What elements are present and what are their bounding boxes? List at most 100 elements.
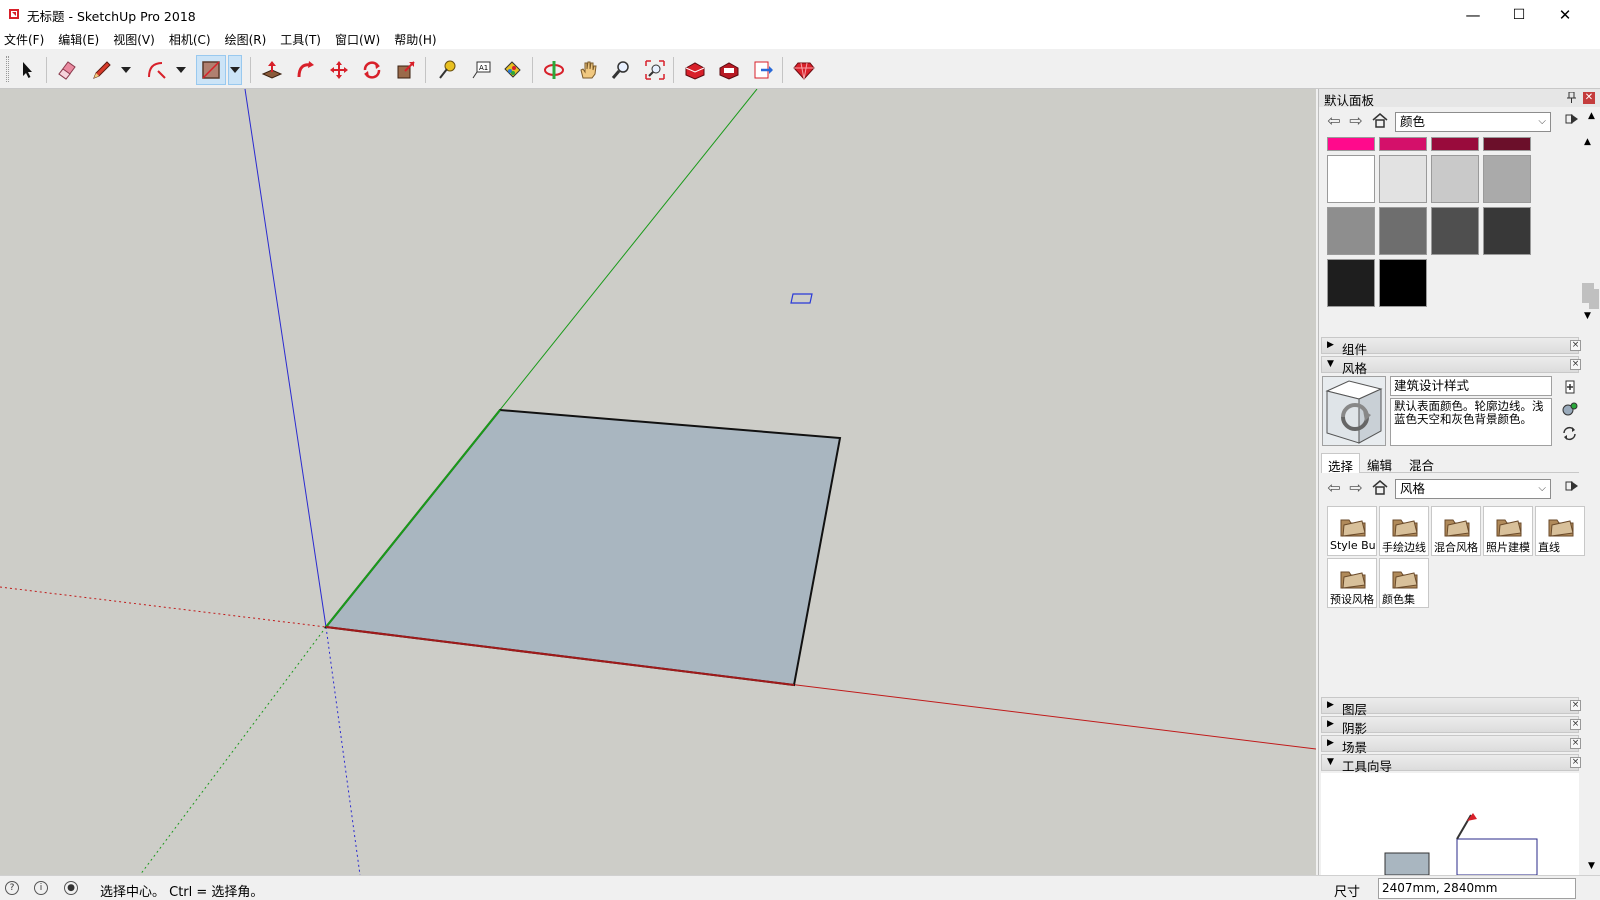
pencil-tool-button[interactable] — [87, 55, 117, 85]
scrollbar-thumb[interactable] — [1589, 289, 1599, 309]
color-swatch[interactable] — [1483, 137, 1531, 151]
home-icon[interactable] — [1371, 479, 1389, 497]
color-swatch[interactable] — [1431, 155, 1479, 203]
toolbar-grip[interactable] — [6, 56, 9, 82]
home-icon[interactable] — [1371, 112, 1389, 130]
menu-camera[interactable]: 相机(C) — [169, 31, 211, 48]
style-folder[interactable]: 预设风格 — [1327, 558, 1377, 608]
arc-tool-button[interactable] — [142, 55, 172, 85]
zoom-tool-button[interactable] — [606, 55, 636, 85]
geo-location-icon[interactable]: ? — [5, 881, 19, 895]
rectangle-dropdown[interactable] — [228, 55, 242, 85]
color-swatch[interactable] — [1431, 207, 1479, 255]
credits-icon[interactable]: i — [34, 881, 48, 895]
tab-mix[interactable]: 混合 — [1403, 453, 1440, 473]
menu-view[interactable]: 视图(V) — [113, 31, 155, 48]
styles-library-select[interactable]: 风格 ⌵ — [1395, 479, 1551, 499]
styles-section-header[interactable]: ▼ 风格 × — [1321, 356, 1581, 376]
close-section-icon[interactable]: × — [1570, 340, 1581, 351]
tape-measure-tool-button[interactable] — [432, 55, 462, 85]
tab-edit[interactable]: 编辑 — [1361, 453, 1398, 473]
style-thumbnail[interactable] — [1322, 376, 1386, 446]
send-to-layout-button[interactable] — [748, 55, 778, 85]
scroll-up-icon[interactable]: ▲ — [1588, 111, 1595, 121]
color-swatch[interactable] — [1379, 207, 1427, 255]
menu-draw[interactable]: 绘图(R) — [225, 31, 267, 48]
paint-bucket-tool-button[interactable] — [497, 55, 527, 85]
pan-tool-button[interactable] — [573, 55, 603, 85]
menu-tools[interactable]: 工具(T) — [280, 31, 321, 48]
forward-arrow-icon[interactable]: ⇨ — [1347, 112, 1365, 130]
components-section-header[interactable]: ▶ 组件 × — [1321, 337, 1581, 357]
text-tool-button[interactable]: A1 — [466, 55, 496, 85]
maximize-button[interactable]: ☐ — [1496, 0, 1542, 29]
close-section-icon[interactable]: × — [1570, 700, 1581, 711]
rotate-tool-button[interactable] — [357, 55, 387, 85]
minimize-button[interactable]: — — [1450, 0, 1496, 29]
push-pull-tool-button[interactable] — [257, 55, 287, 85]
scroll-down-icon[interactable]: ▼ — [1588, 861, 1595, 871]
zoom-extents-tool-button[interactable] — [640, 55, 670, 85]
back-arrow-icon[interactable]: ⇦ — [1325, 479, 1343, 497]
style-folder[interactable]: 颜色集 — [1379, 558, 1429, 608]
refresh-icon[interactable] — [1562, 426, 1577, 444]
eraser-tool-button[interactable] — [52, 55, 82, 85]
color-swatch[interactable] — [1483, 207, 1531, 255]
pencil-dropdown[interactable] — [119, 55, 133, 85]
move-tool-button[interactable] — [324, 55, 354, 85]
color-swatch[interactable] — [1431, 137, 1479, 151]
menu-file[interactable]: 文件(F) — [4, 31, 44, 48]
style-folder[interactable]: Style Builder Competition Winners — [1327, 506, 1377, 556]
update-style-icon[interactable] — [1561, 401, 1579, 420]
style-folder[interactable]: 直线 — [1535, 506, 1585, 556]
extension-manager-button[interactable] — [789, 55, 819, 85]
scenes-section-header[interactable]: ▶ 场景 × — [1321, 735, 1581, 755]
color-swatch[interactable] — [1379, 137, 1427, 151]
color-swatch[interactable] — [1327, 155, 1375, 203]
details-arrow-icon[interactable] — [1563, 479, 1581, 497]
style-folder[interactable]: 混合风格 — [1431, 506, 1481, 556]
layers-section-header[interactable]: ▶ 图层 × — [1321, 697, 1581, 717]
style-folder[interactable]: 照片建模 — [1483, 506, 1533, 556]
details-arrow-icon[interactable] — [1563, 112, 1581, 130]
shadows-section-header[interactable]: ▶ 阴影 × — [1321, 716, 1581, 736]
color-swatch[interactable] — [1379, 259, 1427, 307]
follow-me-tool-button[interactable] — [291, 55, 321, 85]
modeling-viewport[interactable] — [0, 89, 1316, 875]
rectangle-tool-button[interactable] — [196, 55, 226, 85]
color-swatch[interactable] — [1483, 155, 1531, 203]
rectangle-face[interactable] — [324, 408, 842, 687]
select-tool-button[interactable] — [12, 55, 42, 85]
close-section-icon[interactable]: × — [1570, 738, 1581, 749]
style-name-field[interactable]: 建筑设计样式 — [1390, 376, 1552, 396]
close-section-icon[interactable]: × — [1570, 757, 1581, 768]
tab-select[interactable]: 选择 — [1321, 453, 1361, 474]
forward-arrow-icon[interactable]: ⇨ — [1347, 479, 1365, 497]
scale-tool-button[interactable] — [391, 55, 421, 85]
extension-warehouse-button[interactable] — [714, 55, 744, 85]
style-folder[interactable]: 手绘边线 — [1379, 506, 1429, 556]
color-swatch[interactable] — [1327, 207, 1375, 255]
pin-icon[interactable] — [1567, 91, 1577, 104]
color-swatch[interactable] — [1327, 137, 1375, 151]
materials-library-select[interactable]: 颜色 ⌵ — [1395, 112, 1551, 132]
instructor-section-header[interactable]: ▼ 工具向导 × — [1321, 754, 1581, 774]
menu-edit[interactable]: 编辑(E) — [58, 31, 99, 48]
tray-scrollbar[interactable]: ▲ ▼ — [1587, 109, 1600, 875]
back-arrow-icon[interactable]: ⇦ — [1325, 112, 1343, 130]
scene-canvas[interactable] — [0, 89, 1316, 875]
close-button[interactable]: ✕ — [1542, 0, 1588, 29]
create-style-icon[interactable] — [1563, 379, 1577, 398]
color-swatch[interactable] — [1379, 155, 1427, 203]
3d-warehouse-button[interactable] — [680, 55, 710, 85]
menu-window[interactable]: 窗口(W) — [335, 31, 380, 48]
menu-help[interactable]: 帮助(H) — [394, 31, 436, 48]
user-account-icon[interactable]: ● — [64, 881, 78, 895]
close-section-icon[interactable]: × — [1570, 719, 1581, 730]
color-swatch[interactable] — [1327, 259, 1375, 307]
close-section-icon[interactable]: × — [1570, 359, 1581, 370]
tray-close-button[interactable]: ✕ — [1583, 92, 1595, 104]
orbit-tool-button[interactable] — [539, 55, 569, 85]
arc-dropdown[interactable] — [174, 55, 188, 85]
style-description-field[interactable]: 默认表面颜色。轮廓边线。浅蓝色天空和灰色背景颜色。 — [1390, 398, 1552, 446]
